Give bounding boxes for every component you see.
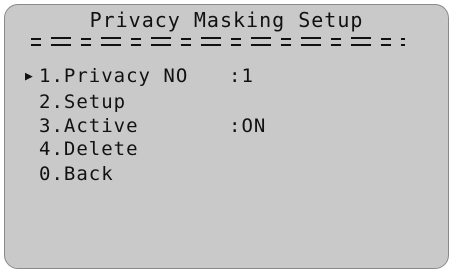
menu-item-back[interactable]: 0.Back [5,163,448,187]
menu-item-delete[interactable]: 4.Delete [5,138,448,162]
menu-title: Privacy Masking Setup [89,8,364,32]
menu-item-privacy-no[interactable]: ▶ 1.Privacy NO :1 [5,65,448,89]
menu-item-label: 3.Active [39,115,139,137]
menu-item-label: 1.Privacy NO [39,65,189,87]
title-divider [31,37,405,46]
menu-item-label: 4.Delete [39,138,139,160]
menu-item-value: :ON [229,115,267,137]
selection-cursor-icon: ▶ [25,69,34,84]
osd-menu-screen: Privacy Masking Setup ▶ 1.Privacy NO :1 … [4,4,449,269]
menu-item-value: :1 [229,65,254,87]
menu-item-label: 2.Setup [39,91,127,113]
menu-item-label: 0.Back [39,163,114,185]
menu-item-setup[interactable]: 2.Setup [5,91,448,115]
menu-item-active[interactable]: 3.Active :ON [5,115,448,139]
